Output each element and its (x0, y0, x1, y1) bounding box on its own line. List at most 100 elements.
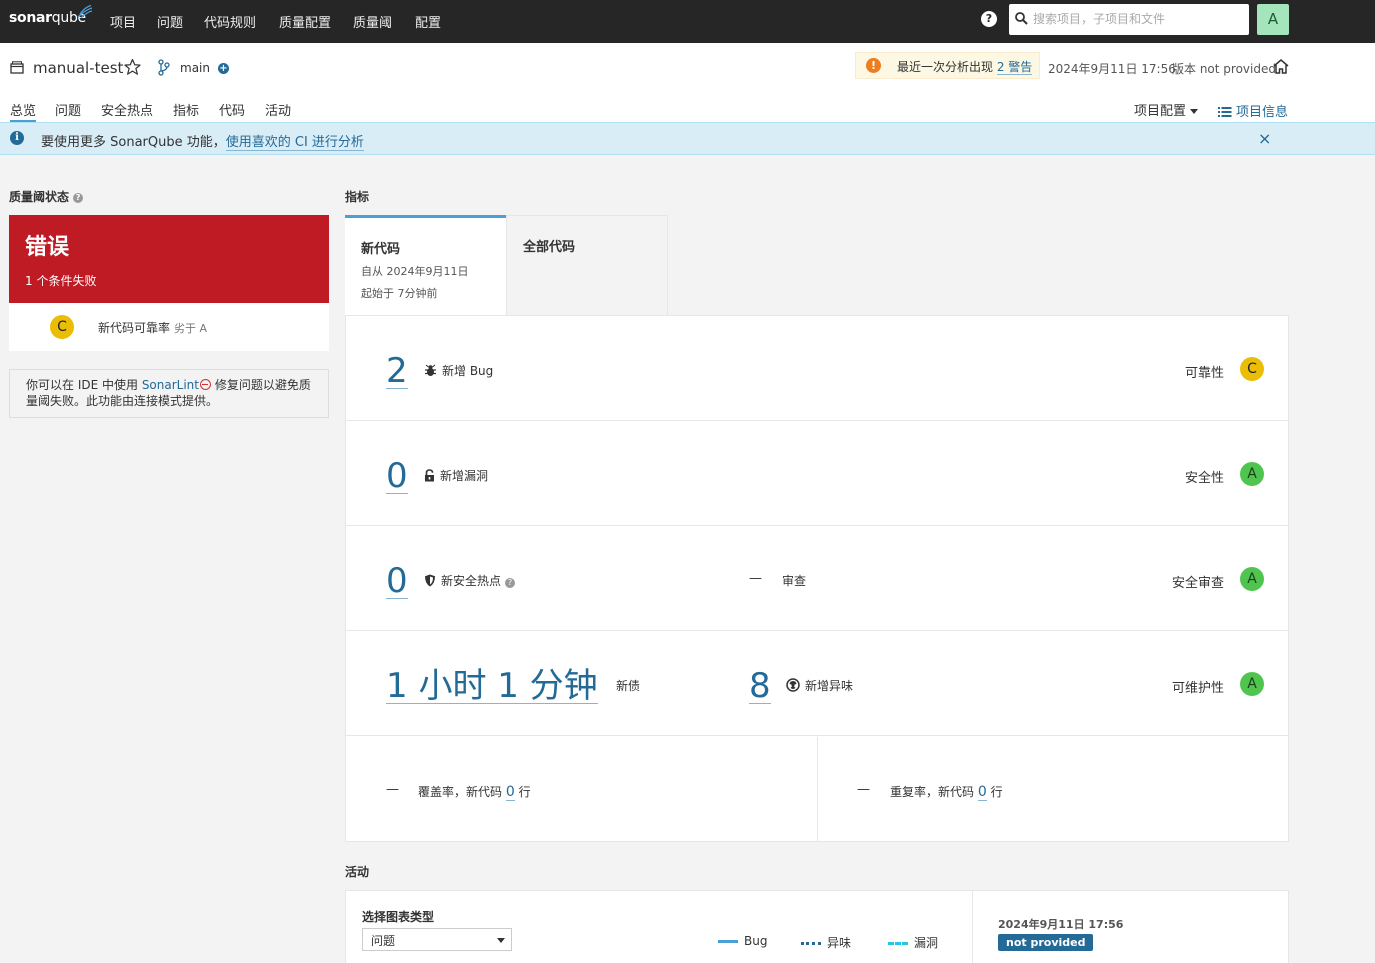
warning-link[interactable]: 2 警告 (996, 60, 1033, 75)
branch-name[interactable]: main (180, 61, 210, 75)
chart-type-label: 选择图表类型 (362, 910, 435, 924)
branch-help-icon[interactable]: + (218, 63, 229, 74)
legend-line-dashed (888, 942, 908, 945)
security-label: 安全性 (1185, 471, 1225, 486)
nav-issues[interactable]: 问题 (157, 12, 183, 31)
help-circle-icon[interactable]: ? (505, 578, 516, 588)
caret-down-icon (1190, 109, 1199, 114)
project-info-label: 项目信息 (1236, 105, 1289, 120)
quality-gate-status: 错误 (25, 235, 70, 260)
quality-gate-title-text: 质量阈状态 (9, 190, 70, 204)
new-hotspots-value[interactable]: 0 (386, 564, 408, 599)
legend-line-solid (718, 940, 738, 943)
close-icon[interactable]: × (1258, 129, 1271, 148)
help-icon[interactable]: ? (981, 11, 997, 27)
duplications-value: — (857, 782, 870, 797)
security-review-row: 0 新安全热点? — 审查 安全审查 A (346, 526, 1288, 631)
sonarlint-link[interactable]: SonarLint (142, 378, 199, 392)
project-info-link[interactable]: 项目信息 (1218, 101, 1288, 120)
home-icon[interactable] (1272, 58, 1290, 75)
coverage-label: 覆盖率，新代码 0 行 (418, 783, 531, 801)
banner-ci-link[interactable]: 使用喜欢的 CI 进行分析 (225, 135, 364, 151)
maintainability-rating[interactable]: A (1240, 672, 1264, 696)
caret-down-icon (497, 938, 505, 943)
global-search[interactable] (1009, 4, 1249, 35)
banner-text: 要使用更多 SonarQube 功能， (41, 135, 226, 150)
security-review-rating[interactable]: A (1240, 567, 1264, 591)
help-circle-icon[interactable]: ? (73, 193, 84, 203)
maintainability-label: 可维护性 (1172, 681, 1225, 696)
tab-measures[interactable]: 指标 (173, 100, 199, 119)
new-bugs-value[interactable]: 2 (386, 354, 408, 389)
project-settings-dropdown[interactable]: 项目配置 (1134, 100, 1199, 119)
tab-new-code[interactable]: 新代码 自从 2024年9月11日 起始于 7分钟前 (345, 215, 506, 316)
warning-icon: ! (866, 58, 881, 73)
info-icon: i (10, 131, 24, 145)
new-vulnerabilities-value[interactable]: 0 (386, 459, 408, 494)
tab-security-hotspots[interactable]: 安全热点 (101, 100, 153, 119)
coverage-lines-link[interactable]: 0 (505, 784, 515, 801)
sonarlint-promotion: 你可以在 IDE 中使用 SonarLint 修复问题以避免质量阈失败。此功能由… (9, 369, 329, 418)
quality-gate-title: 质量阈状态? (9, 188, 84, 205)
sonarlint-text-pre: 你可以在 IDE 中使用 (26, 378, 142, 392)
quality-gate-failed-count: 1 个条件失败 (25, 274, 97, 288)
shield-icon (425, 574, 435, 587)
tab-overall-code[interactable]: 全部代码 (506, 215, 668, 316)
code-smell-icon (786, 678, 800, 692)
security-rating[interactable]: A (1240, 462, 1264, 486)
activity-panel: 选择图表类型 问题 Bug 异味 漏洞 2024年9月11日 17:56 not… (345, 890, 1289, 963)
quality-gate-condition[interactable]: C 新代码可靠率 劣于 A (9, 303, 329, 351)
new-code-since: 自从 2024年9月11日 (361, 265, 469, 278)
search-icon (1015, 12, 1028, 25)
search-input[interactable] (1033, 10, 1243, 28)
new-code-smells-value[interactable]: 8 (749, 669, 771, 704)
tab-activity[interactable]: 活动 (265, 100, 291, 119)
project-header: manual-test main + ! 最近一次分析出现 2 警告 2024年… (0, 43, 1375, 123)
legend-bugs-label: Bug (744, 934, 768, 948)
favorite-star-icon[interactable] (123, 58, 142, 76)
project-icon (10, 61, 24, 74)
new-hotspots-label: 新安全热点? (424, 572, 516, 589)
duplications-label: 重复率，新代码 0 行 (890, 783, 1003, 801)
legend-code-smells-label: 异味 (827, 936, 852, 950)
tab-issues[interactable]: 问题 (55, 100, 81, 119)
logo-waves-icon (77, 5, 93, 19)
nav-projects[interactable]: 项目 (110, 12, 136, 31)
measures-panel: 2 新增 Bug 可靠性 C 0 新增漏洞 安全性 A 0 新安全热点? — 审… (345, 315, 1289, 842)
logo-text-bold: sonar (9, 10, 52, 26)
nav-rules[interactable]: 代码规则 (204, 12, 256, 31)
new-debt-value[interactable]: 1 小时 1 分钟 (386, 669, 598, 704)
user-avatar[interactable]: A (1257, 4, 1289, 35)
tab-code[interactable]: 代码 (219, 100, 245, 119)
chart-type-select[interactable]: 问题 (362, 928, 512, 951)
rating-badge: C (50, 315, 74, 339)
warning-message: 最近一次分析出现 2 警告 (897, 58, 1033, 75)
divider (972, 891, 973, 963)
new-bugs-text: 新增 Bug (442, 364, 494, 378)
tab-new-code-title: 新代码 (361, 242, 401, 257)
tab-overview[interactable]: 总览 (10, 100, 37, 123)
review-label: 审查 (782, 574, 807, 588)
project-name[interactable]: manual-test (33, 59, 123, 77)
legend-bugs: Bug (718, 934, 767, 948)
reliability-rating[interactable]: C (1240, 357, 1264, 381)
new-code-smells-label: 新增异味 (786, 677, 853, 694)
new-bugs-label: 新增 Bug (424, 362, 493, 379)
bug-icon (425, 364, 436, 376)
top-navbar: sonarqube 项目 问题 代码规则 质量配置 质量阈 配置 ? A (0, 0, 1375, 43)
new-vulnerabilities-text: 新增漏洞 (440, 469, 489, 483)
nav-quality-profiles[interactable]: 质量配置 (279, 12, 331, 31)
tab-overall-code-title: 全部代码 (523, 240, 576, 255)
nav-administration[interactable]: 配置 (415, 12, 441, 31)
coverage-value: — (386, 782, 399, 797)
duplications-lines-link[interactable]: 0 (977, 784, 987, 801)
reliability-label: 可靠性 (1185, 366, 1225, 381)
security-row: 0 新增漏洞 安全性 A (346, 421, 1288, 526)
condition-label: 新代码可靠率 劣于 A (98, 319, 207, 336)
ci-promotion-banner: i 要使用更多 SonarQube 功能，使用喜欢的 CI 进行分析 × (0, 122, 1375, 155)
warning-text: 最近一次分析出现 (897, 60, 994, 74)
sonarqube-logo[interactable]: sonarqube (9, 5, 93, 26)
nav-quality-gates[interactable]: 质量阈 (353, 12, 392, 31)
branch-icon (158, 59, 170, 76)
analysis-warning: ! 最近一次分析出现 2 警告 (855, 52, 1040, 79)
